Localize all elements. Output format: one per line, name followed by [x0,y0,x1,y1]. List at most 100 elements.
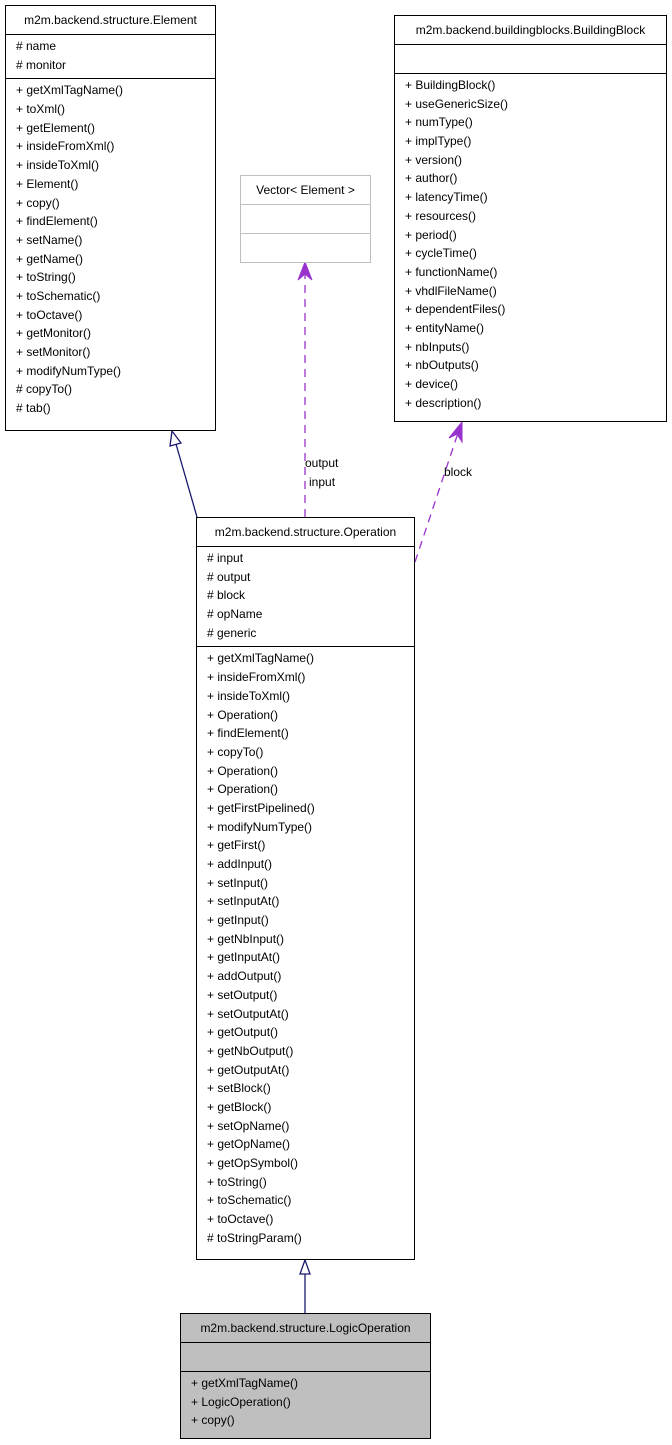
class-attribute: # opName [207,607,263,622]
methods-section [241,233,370,262]
class-attribute: # block [207,588,246,603]
class-method: + getElement() [16,120,96,135]
class-method: + toString() [16,270,76,285]
class-method: + setOutputAt() [207,1006,289,1021]
class-method: + toOctave() [207,1212,274,1227]
class-method: + getNbOutput() [207,1043,294,1058]
class-method: + getFirstPipelined() [207,800,315,815]
class-method: + insideToXml() [16,158,100,173]
class-method: + LogicOperation() [191,1394,291,1409]
class-method: + Operation() [207,763,279,778]
class-method: + nbInputs() [405,339,470,354]
class-method: # tab() [16,401,51,416]
inheritance-edge-operation-element [175,443,198,518]
class-method: + modifyNumType() [16,363,122,378]
class-method: + copy() [16,195,60,210]
attributes-section [241,204,370,233]
class-method: + getOutputAt() [207,1062,290,1077]
class-method: + getInput() [207,913,269,928]
class-method: + toString() [207,1174,267,1189]
class-attribute: # input [207,551,244,565]
class-method: + toXml() [16,102,66,117]
class-method: # copyTo() [16,382,73,397]
class-method: + getXmlTagName() [191,1376,299,1390]
edge-label-block: block [444,465,473,479]
attributes-section: # input # output # block # opName # generic [197,546,414,646]
class-title: m2m.backend.buildingblocks.BuildingBlock [415,23,646,37]
class-method: + getOpSymbol() [207,1156,299,1170]
class-method: + resources() [405,208,477,223]
class-method: + description() [405,395,482,410]
class-method: + period() [405,227,457,242]
class-method: + getOpName() [207,1137,291,1152]
class-method: + numType() [405,115,473,130]
usage-edge-operation-buildingblock [414,432,459,563]
edge-label-input: input [309,475,336,489]
class-method: + setOutput() [207,987,278,1002]
class-method: + setBlock() [207,1081,271,1096]
class-method: + getMonitor() [16,326,92,341]
class-method: + findElement() [207,726,289,741]
class-method: + device() [405,377,459,391]
class-method: + copy() [191,1413,235,1428]
methods-section: + getXmlTagName() + LogicOperation() + cop… [181,1371,430,1434]
class-title: m2m.backend.structure.LogicOperation [200,1321,411,1335]
class-method: + Element() [16,176,79,191]
class-method: # toStringParam() [207,1230,302,1245]
class-method: + vhdlFileName() [405,283,497,298]
class-building-block[interactable]: m2m.backend.buildingblocks.BuildingBlock… [394,15,667,422]
class-method: + setInputAt() [207,894,280,909]
class-method: + copyTo() [207,744,264,759]
class-attribute: # output [207,569,251,584]
class-method: + getBlock() [207,1099,272,1114]
inheritance-arrowhead-icon [169,429,183,447]
class-method: + setOpName() [207,1118,290,1133]
class-method: + insideToXml() [207,688,291,703]
class-method: + findElement() [16,214,98,229]
class-method: + toOctave() [16,307,83,322]
attributes-section [395,44,666,73]
class-title: m2m.backend.structure.Element [24,13,197,27]
methods-section: + getXmlTagName() + toXml() + getElement()… [6,78,215,421]
class-method: + modifyNumType() [207,819,313,834]
class-method: + Operation() [207,782,279,797]
class-method: + addInput() [207,857,273,871]
class-method: + getInputAt() [207,950,281,965]
class-method: + addOutput() [207,969,282,984]
class-method: + toSchematic() [207,1193,292,1208]
class-attribute: # name [16,39,57,53]
class-attribute: # monitor [16,57,67,72]
class-method: + getName() [16,251,84,266]
class-method: + getNbInput() [207,931,285,946]
class-method: + insideFromXml() [207,670,306,685]
attributes-section: # name # monitor [6,34,215,78]
class-method: + getFirst() [207,838,266,853]
class-element[interactable]: m2m.backend.structure.Element # name # mo… [5,5,216,431]
methods-section: + getXmlTagName() + insideFromXml() + insi… [197,646,414,1251]
class-method: + setMonitor() [16,345,91,359]
class-method: + BuildingBlock() [405,78,496,92]
class-method: + version() [405,152,463,167]
class-logic-operation[interactable]: m2m.backend.structure.LogicOperation + g… [180,1313,431,1439]
class-method: + useGenericSize() [405,96,509,111]
class-vector-element[interactable]: Vector< Element > [240,175,371,263]
attributes-section [181,1342,430,1371]
class-method: + setInput() [207,875,269,890]
class-operation[interactable]: m2m.backend.structure.Operation # input #… [196,517,415,1260]
class-method: + author() [405,171,458,186]
class-method: + functionName() [405,264,498,279]
methods-section: + BuildingBlock() + useGenericSize() + num… [395,73,666,416]
class-method: + cycleTime() [405,246,477,261]
class-method: + getXmlTagName() [16,83,124,98]
inheritance-arrowhead-icon [299,1258,311,1275]
class-method: + dependentFiles() [405,302,506,317]
class-title: Vector< Element > [256,183,355,197]
class-method: + entityName() [405,320,485,335]
edge-label-output: output [305,456,339,470]
class-method: + getOutput() [207,1025,279,1040]
class-attribute: # generic [207,625,257,640]
class-method: + Operation() [207,707,279,722]
class-method: + insideFromXml() [16,139,115,154]
class-method: + toSchematic() [16,288,101,303]
class-method: + getXmlTagName() [207,651,315,666]
